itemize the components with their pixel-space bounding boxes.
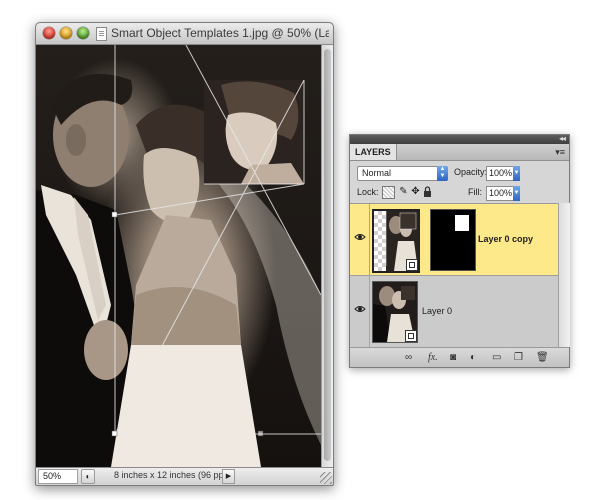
layer-name[interactable]: Layer 0	[422, 306, 452, 316]
lock-label: Lock:	[357, 187, 379, 197]
smart-object-badge-icon	[405, 330, 417, 342]
new-group-folder-icon[interactable]: ▭	[492, 352, 501, 363]
document-titlebar[interactable]: Smart Object Templates 1.jpg @ 50% (Laye…	[36, 23, 333, 45]
select-arrows-icon: ▲ ▼	[437, 166, 448, 181]
lock-all-icon[interactable]	[422, 186, 433, 197]
status-menu-arrow-icon[interactable]: ▶	[222, 469, 235, 484]
opacity-label: Opacity:	[454, 167, 488, 177]
fill-slider-arrow-icon[interactable]: ▼	[513, 186, 520, 201]
panel-tab-bar: LAYERS ▾≡	[350, 144, 569, 161]
layer-style-fx-icon[interactable]: fx.	[428, 352, 438, 363]
layer-row-layer-0-copy[interactable]: Layer 0 copy	[350, 204, 558, 276]
lock-transparent-pixels-icon[interactable]	[382, 186, 395, 199]
lock-row: Lock: ✎ ✥ Fill: 100% ▼	[350, 183, 569, 203]
visibility-eye-icon[interactable]	[354, 303, 366, 315]
document-status-bar: 50% ◐ 8 inches x 12 inches (96 ppi) ▶	[36, 467, 333, 485]
wedding-photo	[36, 45, 321, 467]
layer-list-scrollbar[interactable]	[558, 203, 570, 347]
document-window[interactable]: Smart Object Templates 1.jpg @ 50% (Laye…	[35, 22, 334, 486]
layer-list: Layer 0 copy Layer 0	[350, 203, 558, 348]
layers-panel-footer: ∞ fx. ◙ ◐ ▭ ❐ 🗑	[350, 347, 569, 367]
opacity-slider-arrow-icon[interactable]: ▼	[513, 166, 520, 181]
delete-layer-trash-icon[interactable]: 🗑	[536, 352, 549, 363]
lock-position-icon[interactable]: ✥	[410, 186, 421, 197]
adjustment-layer-icon[interactable]: ◐	[470, 352, 476, 363]
layer-row-layer-0[interactable]: Layer 0	[350, 276, 558, 348]
scroll-thumb[interactable]	[324, 49, 331, 461]
layer-thumbnail[interactable]	[372, 209, 420, 273]
fill-input[interactable]: 100%	[486, 186, 514, 201]
collapse-panel-icon[interactable]: ◂◂	[559, 134, 566, 143]
minimize-window-button[interactable]	[60, 27, 72, 39]
document-vertical-scrollbar[interactable]	[321, 45, 333, 467]
document-size-info: 8 inches x 12 inches (96 ppi)	[114, 470, 229, 480]
new-layer-icon[interactable]: ❐	[514, 352, 523, 363]
add-layer-mask-icon[interactable]: ◙	[450, 352, 456, 363]
blend-mode-select[interactable]: Normal ▲ ▼	[357, 166, 448, 181]
zoom-level-field[interactable]: 50%	[38, 469, 78, 484]
fill-label: Fill:	[468, 187, 482, 197]
document-file-icon	[96, 27, 107, 41]
layer-thumbnail[interactable]	[372, 281, 418, 343]
link-layers-icon[interactable]: ∞	[405, 352, 412, 363]
mask-white-area	[455, 215, 469, 231]
layer-mask-thumbnail[interactable]	[430, 209, 476, 271]
document-canvas[interactable]	[36, 45, 321, 467]
layers-panel[interactable]: ◂◂ LAYERS ▾≡ Normal ▲ ▼ Opacity: 100% ▼ L…	[349, 134, 570, 368]
close-window-button[interactable]	[43, 27, 55, 39]
opacity-input[interactable]: 100%	[486, 166, 514, 181]
panel-drag-bar[interactable]: ◂◂	[350, 134, 569, 144]
window-resize-grip[interactable]	[320, 472, 332, 484]
row-divider	[369, 204, 370, 275]
lock-image-pixels-icon[interactable]: ✎	[398, 186, 409, 197]
layer-name[interactable]: Layer 0 copy	[478, 234, 533, 244]
document-title: Smart Object Templates 1.jpg @ 50% (Laye…	[111, 26, 329, 40]
panel-menu-icon[interactable]: ▾≡	[555, 147, 565, 158]
row-divider	[369, 276, 370, 347]
status-info-button[interactable]: ◐	[81, 469, 95, 484]
visibility-eye-icon[interactable]	[354, 231, 366, 243]
blend-mode-value: Normal	[362, 168, 392, 178]
tab-layers[interactable]: LAYERS	[350, 144, 397, 160]
smart-object-badge-icon	[406, 259, 418, 271]
zoom-window-button[interactable]	[77, 27, 89, 39]
